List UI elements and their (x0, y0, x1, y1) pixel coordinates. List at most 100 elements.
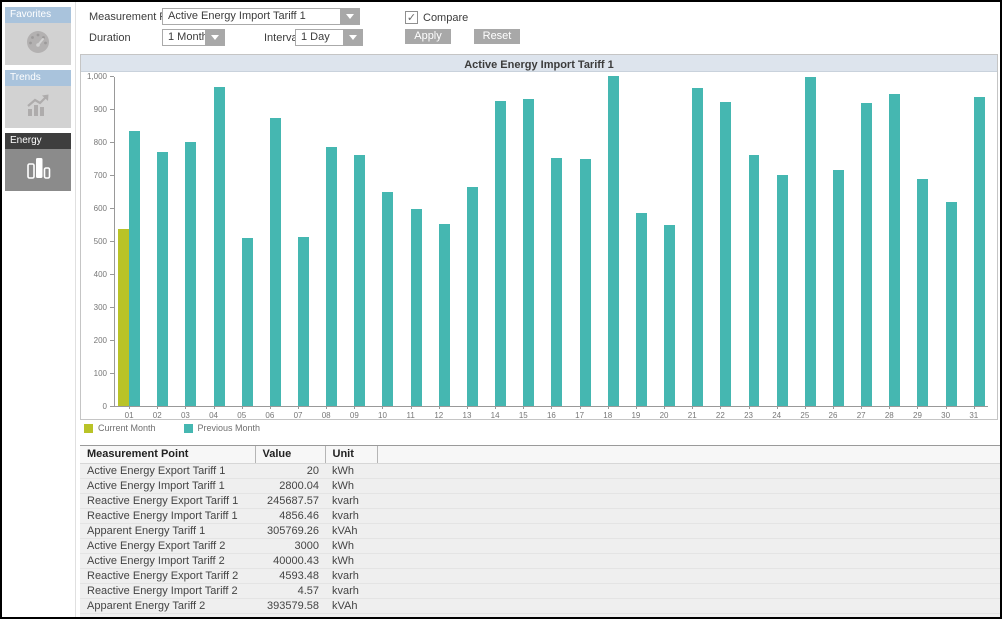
chevron-down-icon[interactable] (205, 29, 225, 46)
previous-month-bar[interactable] (861, 103, 872, 406)
previous-month-bar[interactable] (551, 158, 562, 406)
interval-dropdown[interactable]: 1 Day (295, 29, 363, 46)
cell-measurement-point: Apparent Energy Tariff 1 (80, 523, 255, 538)
x-axis-tick-mark (439, 406, 440, 409)
table-row[interactable]: Active Energy Import Tariff 12800.04kWh (80, 478, 1000, 493)
previous-month-bar[interactable] (608, 76, 619, 406)
bar-group-day-13: 13 (453, 77, 481, 406)
previous-month-bar[interactable] (636, 213, 647, 406)
sidebar: Favorites Trends (2, 2, 76, 617)
bar-group-day-06: 06 (256, 77, 284, 406)
bar-group-day-25: 25 (791, 77, 819, 406)
cell-unit: kWh (325, 538, 377, 553)
duration-dropdown[interactable]: 1 Month (162, 29, 225, 46)
table-row[interactable]: Active Energy Import Tariff 240000.43kWh (80, 553, 1000, 568)
x-axis-tick-mark (636, 406, 637, 409)
x-axis-tick-label: 28 (875, 411, 903, 420)
bar-group-day-05: 05 (228, 77, 256, 406)
previous-month-bar[interactable] (720, 102, 731, 406)
previous-month-bar[interactable] (326, 147, 337, 406)
x-axis-tick-label: 09 (340, 411, 368, 420)
x-axis-tick-mark (917, 406, 918, 409)
previous-month-bar[interactable] (439, 224, 450, 406)
cell-measurement-point: Reactive Energy Export Tariff 1 (80, 493, 255, 508)
cell-measurement-point: Apparent Energy Tariff 2 (80, 598, 255, 613)
bar-group-day-03: 03 (171, 77, 199, 406)
previous-month-bar[interactable] (354, 155, 365, 406)
bar-group-day-19: 19 (622, 77, 650, 406)
current-month-bar[interactable] (118, 229, 129, 406)
table-row[interactable]: Apparent Energy Tariff 2393579.58kVAh (80, 598, 1000, 613)
x-axis-tick-mark (129, 406, 130, 409)
previous-month-bar[interactable] (664, 225, 675, 406)
y-axis-tick-label: 600 (94, 204, 107, 213)
x-axis-tick-label: 03 (171, 411, 199, 420)
previous-month-bar[interactable] (382, 192, 393, 407)
sidebar-item-energy[interactable]: Energy (5, 133, 71, 191)
previous-month-bar[interactable] (270, 118, 281, 406)
compare-checkbox[interactable]: ✓ (405, 11, 418, 24)
cell-value: 305769.26 (255, 523, 325, 538)
previous-month-bar[interactable] (805, 77, 816, 406)
sidebar-item-favorites[interactable]: Favorites (5, 7, 71, 65)
bar-group-day-24: 24 (763, 77, 791, 406)
sidebar-item-trends[interactable]: Trends (5, 70, 71, 128)
y-axis-tick-label: 300 (94, 303, 107, 312)
table-row[interactable]: Reactive Energy Import Tariff 14856.46kv… (80, 508, 1000, 523)
x-axis-tick-mark (467, 406, 468, 409)
table-row[interactable]: Active Energy Export Tariff 23000kWh (80, 538, 1000, 553)
x-axis-tick-mark (580, 406, 581, 409)
previous-month-bar[interactable] (946, 202, 957, 406)
cell-value: 393579.58 (255, 598, 325, 613)
reset-button[interactable]: Reset (474, 29, 520, 44)
x-axis-tick-mark (805, 406, 806, 409)
favorites-panel[interactable] (5, 23, 71, 65)
previous-month-bar[interactable] (523, 99, 534, 406)
chevron-down-icon[interactable] (340, 8, 360, 25)
previous-month-bar[interactable] (889, 94, 900, 406)
cell-filler (377, 463, 1000, 478)
chevron-down-icon[interactable] (343, 29, 363, 46)
table-row[interactable]: Reactive Energy Export Tariff 24593.48kv… (80, 568, 1000, 583)
previous-month-bar[interactable] (749, 155, 760, 406)
energy-panel[interactable] (5, 149, 71, 191)
previous-month-bar[interactable] (157, 152, 168, 406)
x-axis-tick-label: 07 (284, 411, 312, 420)
sidebar-item-label: Favorites (5, 7, 71, 23)
cell-filler (377, 568, 1000, 583)
previous-month-bar[interactable] (974, 97, 985, 406)
previous-month-bar[interactable] (777, 175, 788, 406)
apply-button[interactable]: Apply (405, 29, 451, 44)
previous-month-bar[interactable] (917, 179, 928, 406)
table-row[interactable]: Reactive Energy Export Tariff 1245687.57… (80, 493, 1000, 508)
previous-month-bar[interactable] (242, 238, 253, 406)
previous-month-bar[interactable] (411, 209, 422, 406)
x-axis-tick-label: 25 (791, 411, 819, 420)
table-row[interactable]: Active Energy Export Tariff 120kWh (80, 463, 1000, 478)
trend-chart-icon (22, 91, 54, 124)
column-header-unit[interactable]: Unit (325, 446, 377, 463)
x-axis-tick-mark (777, 406, 778, 409)
column-header-value[interactable]: Value (255, 446, 325, 463)
table-row[interactable]: Apparent Energy Tariff 1305769.26kVAh (80, 523, 1000, 538)
previous-month-bar[interactable] (692, 88, 703, 406)
previous-month-bar[interactable] (214, 87, 225, 406)
measurement-table: Measurement Point Value Unit Active Ener… (80, 446, 1000, 614)
x-axis-tick-label: 13 (453, 411, 481, 420)
previous-month-bar[interactable] (580, 159, 591, 406)
previous-month-bar[interactable] (833, 170, 844, 406)
x-axis-tick-label: 23 (734, 411, 762, 420)
table-row[interactable]: Reactive Energy Import Tariff 24.57kvarh (80, 583, 1000, 598)
previous-month-bar[interactable] (298, 237, 309, 406)
x-axis-tick-mark (664, 406, 665, 409)
previous-month-bar[interactable] (467, 187, 478, 406)
previous-month-bar[interactable] (495, 101, 506, 406)
current-month-swatch (84, 424, 93, 433)
measurement-point-dropdown[interactable]: Active Energy Import Tariff 1 (162, 8, 360, 25)
trends-panel[interactable] (5, 86, 71, 128)
previous-month-bar[interactable] (129, 131, 140, 406)
column-header-filler (377, 446, 1000, 463)
column-header-measurement-point[interactable]: Measurement Point (80, 446, 255, 463)
previous-month-bar[interactable] (185, 142, 196, 406)
cell-unit: kvarh (325, 568, 377, 583)
